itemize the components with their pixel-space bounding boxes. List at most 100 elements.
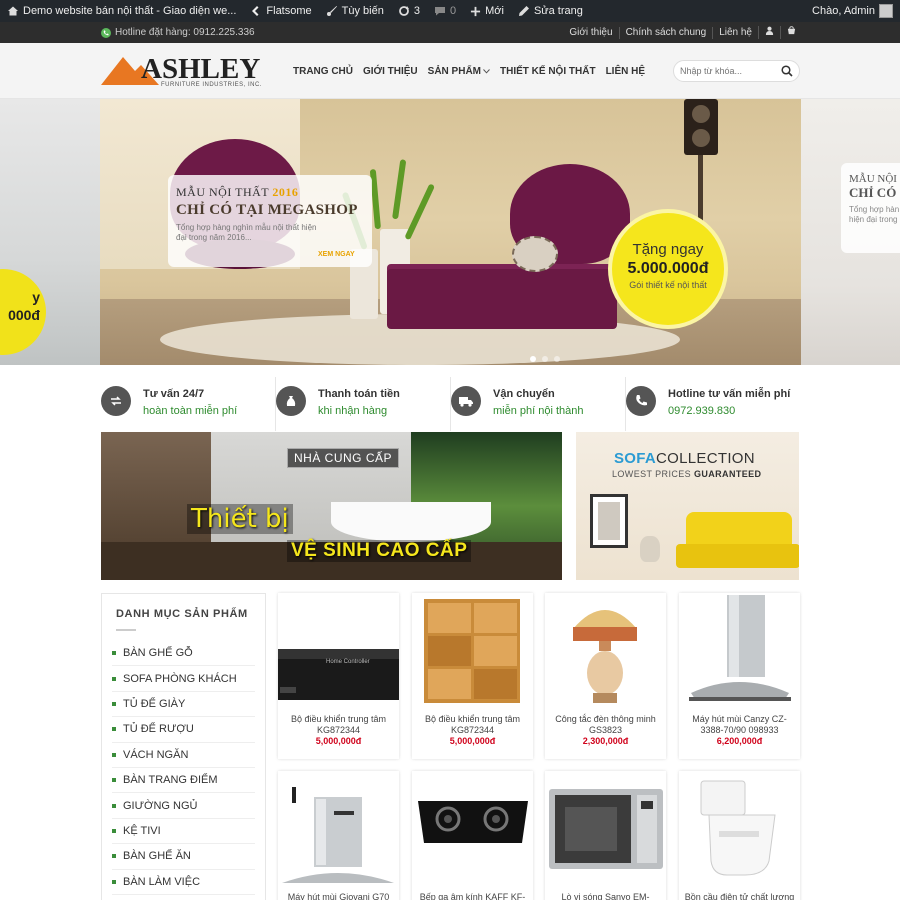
product-name[interactable]: Máy hút mùi Canzy CZ-3388-70/90 098933 (683, 714, 796, 736)
product-card[interactable]: Bếp ga âm kính KAFF KF- (412, 771, 533, 900)
promo-cta-link[interactable]: XEM NGAY (318, 251, 355, 258)
category-item[interactable]: GIƯỜNG NGỦ (112, 793, 255, 819)
customize-label: Tùy biến (341, 5, 384, 17)
product-image[interactable]: Home Controller (278, 593, 399, 711)
category-item[interactable]: BÀN GHẾ ĂN (112, 844, 255, 870)
next-peek-desc: Tổng hợp hàn hiện đại trong (849, 205, 900, 224)
category-item[interactable]: SOFA PHÒNG KHÁCH (112, 666, 255, 692)
bathroom-banner[interactable]: NHÀ CUNG CẤP Thiết bị VỆ SINH CAO CẤP (101, 432, 562, 580)
feature-title: Hotline tư vấn miễn phí (668, 388, 791, 400)
product-image[interactable] (679, 771, 800, 889)
product-image[interactable] (545, 593, 666, 711)
category-list: BÀN GHẾ GỖ SOFA PHÒNG KHÁCH TỦ ĐỂ GIÀY T… (112, 641, 255, 895)
product-card[interactable]: Máy hút mùi Canzy CZ-3388-70/90 098933 6… (679, 593, 800, 759)
hero-slider[interactable]: y 000đ MẪU NỘI THẤT 2016 CHỈ CÓ TẠI MEGA… (0, 99, 900, 365)
product-image[interactable] (412, 771, 533, 889)
refresh-icon (398, 6, 409, 16)
feature-subtitle: 0972.939.830 (668, 405, 736, 417)
customize-link[interactable]: Tùy biến (319, 0, 391, 22)
product-name[interactable]: Bồn cầu điện tử chất lượng (683, 892, 796, 900)
category-item[interactable]: KỆ TIVI (112, 819, 255, 845)
product-image[interactable] (545, 771, 666, 889)
theme-label: Flatsome (266, 5, 312, 17)
product-card[interactable]: Bồn cầu điện tử chất lượng (679, 771, 800, 900)
nav-products[interactable]: SẢN PHẨM (423, 66, 495, 77)
plant-leaf (392, 159, 407, 220)
category-item[interactable]: VÁCH NGĂN (112, 743, 255, 768)
bullet-icon (112, 854, 116, 859)
next-slide-peek[interactable]: MẪU NỘI CHỈ CÓ Tổng hợp hàn hiện đại tro… (801, 99, 900, 365)
category-item[interactable]: BÀN TRANG ĐIỂM (112, 768, 255, 794)
bullet-icon (112, 879, 116, 884)
product-name[interactable]: Bộ điều khiển trung tâm KG872344 (282, 714, 395, 736)
subtitle-plain: LOWEST PRICES (612, 469, 694, 479)
updates-count: 3 (413, 5, 420, 17)
feature-shipping: Vận chuyển miễn phí nội thành (451, 377, 626, 431)
slider-dot[interactable] (530, 356, 536, 362)
slider-dot[interactable] (554, 356, 560, 362)
ottoman-image (387, 269, 617, 329)
search-icon[interactable] (781, 65, 793, 77)
feature-title: Tư vấn 24/7 (143, 388, 205, 400)
category-item[interactable]: TỦ ĐỂ RƯỢU (112, 717, 255, 743)
banner-subheading: VỆ SINH CAO CẤP (287, 540, 472, 562)
product-card[interactable]: Lò vi sóng Sanyo EM- (545, 771, 666, 900)
category-label: VÁCH NGĂN (123, 748, 189, 761)
product-name[interactable]: Bộ điều khiển trung tâm KG872344 (416, 714, 529, 736)
feature-subtitle: khi nhận hàng (318, 405, 388, 417)
promo-card: MẪU NỘI THẤT 2016 CHỈ CÓ TẠI MEGASHOP Tổ… (168, 175, 372, 267)
nav-interior-design[interactable]: THIẾT KẾ NỘI THẤT (495, 66, 601, 77)
product-name[interactable]: Bếp ga âm kính KAFF KF- (416, 892, 529, 900)
product-price: 5,000,000đ (315, 736, 362, 746)
product-card[interactable]: Công tắc đèn thông minh GS3823 2,300,000… (545, 593, 666, 759)
product-card[interactable]: Home Controller Bộ điều khiển trung tâm … (278, 593, 399, 759)
product-name[interactable]: Máy hút mùi Giovani G70 (282, 892, 395, 900)
product-name[interactable]: Lò vi sóng Sanyo EM- (549, 892, 662, 900)
banner-heading: Thiết bị (187, 504, 293, 534)
product-image[interactable] (278, 771, 399, 889)
category-item[interactable]: BÀN LÀM VIỆC (112, 870, 255, 895)
new-content-link[interactable]: Mới (463, 0, 511, 22)
slider-dot[interactable] (542, 356, 548, 362)
prev-slide-peek[interactable]: y 000đ (0, 99, 100, 365)
product-name[interactable]: Công tắc đèn thông minh GS3823 (549, 714, 662, 736)
gift-badge: Tặng ngay 5.000.000đ Gói thiết kế nội th… (608, 209, 728, 329)
slider-dots (530, 356, 560, 362)
sofa-collection-banner[interactable]: SOFACOLLECTION LOWEST PRICES GUARANTEED (576, 432, 799, 580)
account-icon[interactable] (758, 26, 780, 39)
cart-icon[interactable] (780, 26, 802, 39)
search-input[interactable] (680, 66, 780, 76)
nav-about[interactable]: GIỚI THIỆU (358, 66, 423, 77)
comments-link[interactable]: 0 (427, 0, 463, 22)
new-label: Mới (485, 5, 504, 17)
top-link-about[interactable]: Giới thiệu (563, 27, 618, 39)
top-link-contact[interactable]: Liên hệ (712, 26, 758, 39)
prev-slide-badge: y 000đ (0, 269, 46, 355)
product-image[interactable] (412, 593, 533, 711)
theme-link[interactable]: Flatsome (243, 0, 318, 22)
updates-link[interactable]: 3 (391, 0, 427, 22)
bullet-icon (112, 676, 116, 681)
product-price: 6,200,000đ (716, 736, 763, 746)
site-logo[interactable]: ASHLEY FURNITURE INDUSTRIES, INC. (101, 53, 271, 91)
bathtub-image (331, 502, 491, 542)
edit-page-link[interactable]: Sửa trang (511, 0, 590, 22)
nav-contact[interactable]: LIÊN HỆ (601, 66, 650, 77)
next-slide-card: MẪU NỘI CHỈ CÓ Tổng hợp hàn hiện đại tro… (841, 163, 900, 253)
my-account-link[interactable]: Chào, Admin (805, 0, 900, 22)
product-image[interactable] (679, 593, 800, 711)
top-link-policy[interactable]: Chính sách chung (618, 26, 713, 39)
product-card[interactable]: Bộ điều khiển trung tâm KG872344 5,000,0… (412, 593, 533, 759)
bullet-icon (112, 701, 116, 706)
greeting: Chào, Admin (812, 5, 875, 17)
category-label: TỦ ĐỂ RƯỢU (123, 723, 194, 736)
category-item[interactable]: TỦ ĐỂ GIÀY (112, 692, 255, 718)
category-item[interactable]: BÀN GHẾ GỖ (112, 641, 255, 667)
sofa-banner-title: SOFACOLLECTION (614, 450, 755, 467)
wall-frame-image (590, 494, 628, 548)
product-card[interactable]: Máy hút mùi Giovani G70 (278, 771, 399, 900)
site-name-link[interactable]: Demo website bán nội thất - Giao diện we… (0, 0, 243, 22)
avatar (879, 4, 893, 18)
banner-tag: NHÀ CUNG CẤP (287, 448, 400, 468)
nav-home[interactable]: TRANG CHỦ (288, 66, 358, 77)
